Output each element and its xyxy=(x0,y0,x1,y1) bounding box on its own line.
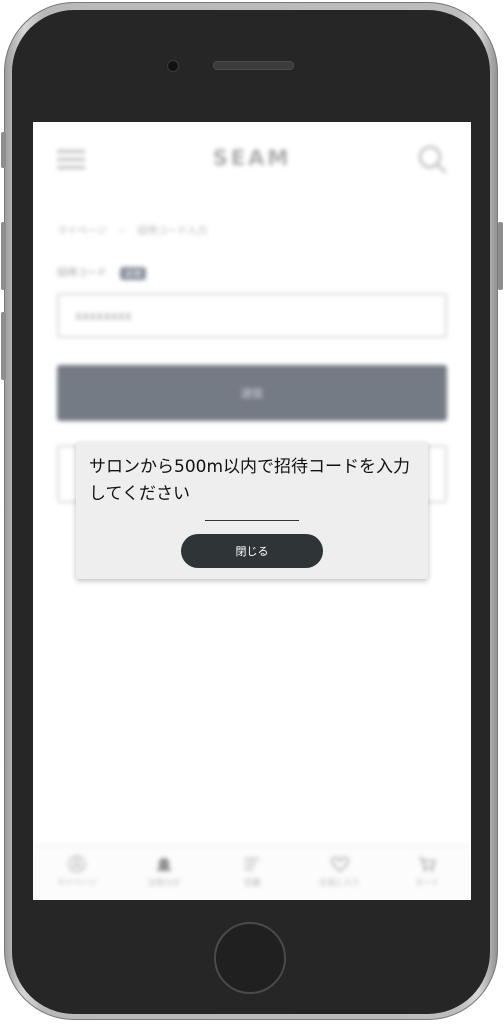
front-camera xyxy=(167,60,179,72)
dialog-divider xyxy=(205,520,299,521)
volume-up-button xyxy=(1,222,6,290)
power-button xyxy=(498,222,503,290)
home-button[interactable] xyxy=(214,922,286,994)
dialog-message: サロンから500m以内で招待コードを入力してください xyxy=(89,457,411,504)
close-button[interactable]: 閉じる xyxy=(181,534,323,568)
silent-switch xyxy=(1,132,6,168)
speaker-grille xyxy=(213,61,294,70)
volume-down-button xyxy=(1,312,6,380)
phone-screen: SEAM マイページ › 招待コード入力 招待コード 必須 xxxxxxxx 送… xyxy=(33,122,471,900)
alert-dialog: サロンから500m以内で招待コードを入力してください 閉じる xyxy=(76,442,428,579)
